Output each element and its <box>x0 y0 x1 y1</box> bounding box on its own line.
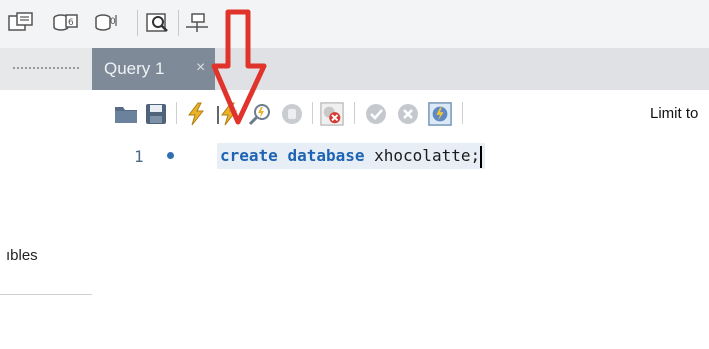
close-icon[interactable]: × <box>196 59 205 77</box>
new-schema-icon[interactable]: 6 <box>52 12 78 34</box>
navigator-label[interactable]: ıbles <box>6 247 38 264</box>
annotation-arrow <box>211 9 267 125</box>
inspector-icon[interactable] <box>146 12 172 34</box>
execute-icon[interactable] <box>184 102 208 126</box>
main-toolbar: 6 0 <box>0 0 709 48</box>
drag-handle[interactable] <box>12 66 80 70</box>
database-identifier: xhocolatte; <box>374 146 481 165</box>
sql-file-icon[interactable] <box>8 12 34 34</box>
tab-query-1[interactable]: Query 1 × <box>92 48 215 90</box>
text-caret <box>480 145 483 168</box>
autocommit-icon[interactable] <box>428 102 452 126</box>
stop-icon[interactable] <box>280 102 304 126</box>
reconnect-icon[interactable] <box>184 12 210 34</box>
commit-icon[interactable] <box>364 102 388 126</box>
new-table-icon[interactable]: 0 <box>94 12 120 34</box>
navigator-header <box>0 48 92 90</box>
open-file-icon[interactable] <box>114 102 138 126</box>
query-toolbar: Limit to <box>92 90 709 138</box>
statement-marker <box>167 152 174 159</box>
rollback-icon[interactable] <box>396 102 420 126</box>
save-icon[interactable] <box>144 102 168 126</box>
code-line[interactable]: create database xhocolatte; <box>217 143 486 169</box>
tab-label: Query 1 <box>104 59 165 78</box>
svg-text:0: 0 <box>110 17 116 27</box>
tab-bar: Query 1 × <box>92 48 709 90</box>
toggle-error-icon[interactable] <box>320 102 344 126</box>
limit-rows-label[interactable]: Limit to <box>650 105 698 122</box>
line-number: 1 <box>134 147 144 166</box>
sql-editor[interactable]: 1 create database xhocolatte; <box>92 138 709 349</box>
keyword-database: database <box>287 146 365 165</box>
svg-text:6: 6 <box>68 18 74 28</box>
navigator-pane: ıbles <box>0 48 93 349</box>
keyword-create: create <box>220 146 278 165</box>
